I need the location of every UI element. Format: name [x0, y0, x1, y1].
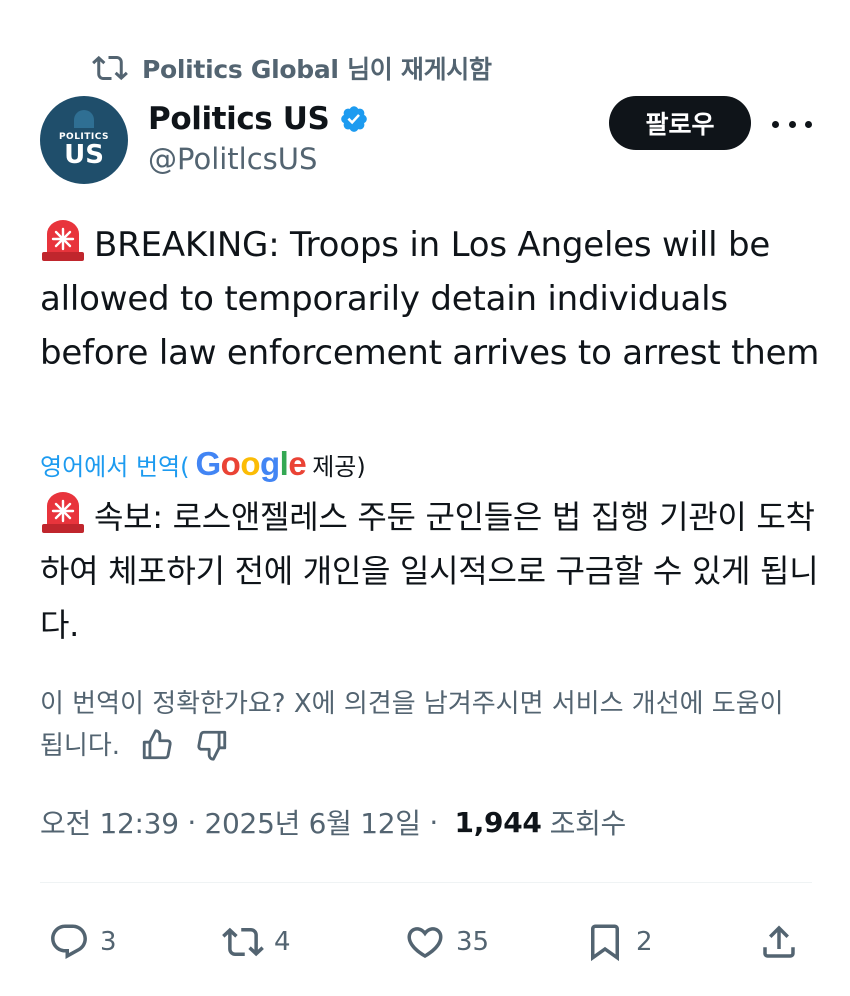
- tweet-text-en: BREAKING: Troops in Los Angeles will be …: [40, 225, 820, 373]
- view-count: 1,944: [454, 805, 542, 839]
- avatar-big-text: US: [64, 140, 104, 170]
- view-count-label: 조회수: [549, 807, 627, 840]
- bookmark-count: 2: [636, 927, 653, 957]
- more-dot: [788, 120, 796, 128]
- translate-prefix: 영어에서 번역(: [40, 452, 190, 481]
- repost-text[interactable]: Politics Global 님이 재게시함: [142, 50, 492, 86]
- repost-indicator[interactable]: Politics Global 님이 재게시함: [92, 50, 492, 86]
- more-icon[interactable]: [772, 108, 812, 140]
- repost-button[interactable]: 4: [222, 912, 291, 972]
- repost-count: 4: [274, 927, 291, 957]
- avatar[interactable]: POLITICS US: [40, 96, 128, 184]
- thumbs-up-icon[interactable]: [140, 728, 174, 762]
- translation-feedback: 이 번역이 정확한가요? X에 의견을 남겨주시면 서비스 개선에 도움이 됩니…: [40, 683, 810, 767]
- siren-emoji-icon: [42, 492, 84, 533]
- bookmark-button[interactable]: 2: [584, 912, 653, 972]
- share-button[interactable]: [758, 912, 800, 972]
- more-dot: [805, 120, 812, 128]
- translation-attribution[interactable]: 영어에서 번역( Google 제공): [40, 445, 366, 482]
- reply-button[interactable]: 3: [48, 912, 117, 972]
- repost-icon: [222, 927, 264, 957]
- author-name-row: Politics US: [148, 98, 369, 140]
- divider: [40, 882, 812, 883]
- more-dot: [772, 120, 779, 128]
- translate-suffix: 제공): [312, 452, 366, 481]
- reply-count: 3: [100, 927, 117, 957]
- translated-text: 속보: 로스앤젤레스 주둔 군인들은 법 집행 기관이 도착하여 체포하기 전에…: [40, 490, 830, 652]
- share-icon: [763, 925, 795, 958]
- like-button[interactable]: 35: [404, 912, 489, 972]
- reply-icon: [51, 924, 87, 959]
- tweet-time[interactable]: 오전 12:39: [40, 802, 179, 842]
- author-name[interactable]: Politics US: [148, 101, 330, 137]
- author-handle[interactable]: @PolitlcsUS: [148, 142, 317, 176]
- repost-icon: [92, 55, 128, 81]
- like-count: 35: [456, 927, 490, 957]
- follow-button[interactable]: 팔로우: [609, 96, 751, 150]
- capitol-dome-graphic: [74, 110, 94, 128]
- tweet-meta: 오전 12:39 · 2025년 6월 12일 · 1,944 조회수: [40, 800, 626, 844]
- thumbs-down-icon[interactable]: [195, 728, 229, 762]
- tweet-text: BREAKING: Troops in Los Angeles will be …: [40, 218, 830, 380]
- heart-icon: [407, 927, 443, 959]
- action-bar: 3 4 35 2: [40, 912, 812, 972]
- bookmark-icon: [591, 924, 619, 962]
- siren-emoji-icon: [42, 220, 84, 261]
- meta-separator: ·: [420, 805, 447, 839]
- verified-badge-icon[interactable]: [339, 104, 369, 134]
- meta-separator: ·: [178, 805, 205, 839]
- tweet-text-kr: 속보: 로스앤젤레스 주둔 군인들은 법 집행 기관이 도착하여 체포하기 전에…: [40, 498, 819, 644]
- google-logo: Google: [195, 445, 307, 482]
- tweet-date[interactable]: 2025년 6월 12일: [205, 802, 421, 842]
